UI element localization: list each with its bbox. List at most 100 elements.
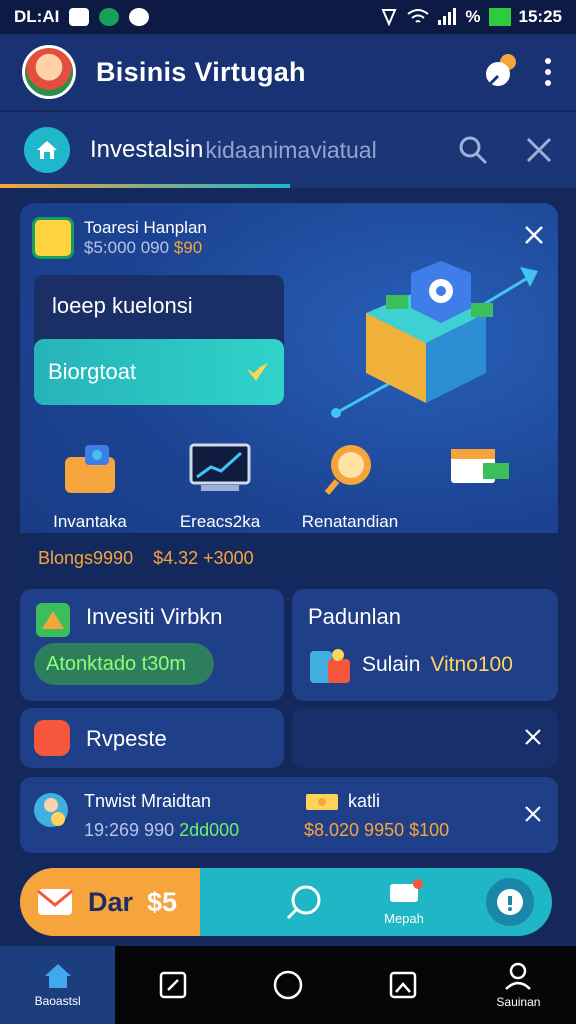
tx-left-title: Tnwist Mraidtan [84,791,212,811]
battery-percent: % [465,7,481,26]
feature-item[interactable]: Ereacs2ka [160,441,280,531]
tx-right: katli $8.020 9950 $100 [304,791,449,841]
wifi-icon [407,9,430,23]
user-coin-icon [34,793,68,827]
tab-underline [0,184,290,188]
close-icon[interactable] [524,805,542,823]
clock: 15:25 [518,7,562,26]
invest-panel[interactable]: Invesiti Virbkn Atonktado t30m [20,589,284,701]
wallet-icon [65,445,115,493]
nav-item-doc[interactable] [115,946,230,1024]
search-icon[interactable] [458,135,488,165]
mail-icon [37,889,73,915]
action-label: Dar [88,886,134,917]
home-icon [44,964,71,988]
app-badge-icon [99,8,120,26]
feature-value: Blongs9990 [38,547,134,568]
feature-label: Ereacs2ka [179,512,261,531]
feature-item[interactable] [420,441,540,531]
notification-image-icon [69,8,90,26]
hero-card: Toaresi Hanplan $5:000 090 $90 loeep kue… [20,203,558,583]
nav-item-square[interactable] [346,946,461,1024]
hero-label: Toaresi Hanplan [84,218,207,237]
action-amount: $5 [147,886,178,917]
empty-panel [292,708,558,768]
status-bar: DL:AI % 15:25 [0,0,576,34]
search-title: Investalsin [90,136,204,163]
tx-right-value: $8.020 9950 $100 [304,820,450,840]
action-mid[interactable]: Mepah [384,878,424,926]
app-badge-icon-2 [129,8,150,26]
record-icon [34,720,70,756]
cash-hand-icon [390,879,423,902]
info-icon[interactable] [484,876,536,928]
investment-illustration [331,261,538,418]
user-icon [505,962,532,990]
coin-icon [32,217,74,259]
app-title: Bisinis Virtugah [96,56,306,87]
avatar[interactable] [22,45,76,99]
home-icon [37,141,57,159]
coin-stack-icon [310,649,350,683]
feature-item[interactable]: Invantaka [30,441,150,531]
pad-panel[interactable]: Padunlan Sulain Vitno100 [292,589,558,701]
chart-monitor-icon [189,443,251,491]
feature-value: $4.32 +3000 [153,547,254,568]
close-icon[interactable] [526,137,552,163]
hero-price-main: $5:000 090 [84,238,170,257]
search-actions [458,135,552,165]
rv-panel[interactable]: Rvpeste [20,708,284,768]
search-bar[interactable]: Investalsin kidaanimaviatual [0,112,576,188]
action-bar: Dar $5 Mepah [20,868,552,936]
feature-row: Invantaka Ereacs2ka Renatandian [20,441,558,531]
pad-value: Vitno100 [430,653,513,676]
signal-icon [438,8,457,25]
hero-price-accent: $90 [173,238,203,257]
app-header: Bisinis Virtugah [0,34,576,110]
action-mid-label: Mepah [384,911,424,926]
more-vert-icon[interactable] [542,57,554,87]
hero-header: Toaresi Hanplan $5:000 090 $90 [32,217,207,259]
feature-label: Renatandian [301,512,399,531]
pad-line: Sulain Vitno100 [308,645,513,685]
close-icon[interactable] [524,728,542,746]
pad-label: Sulain [362,653,421,676]
home-tab-button[interactable] [24,127,70,173]
magnifier-icon [324,445,371,495]
cash-icon [306,793,338,810]
transaction-panel[interactable]: Tnwist Mraidtan 19:269 990 2dd000 katli … [20,777,558,853]
panel-title: Invesiti Virbkn [86,604,223,629]
panel-title: Padunlan [308,604,401,629]
nav-item-home[interactable]: Baoastsl [0,946,116,1024]
status-pill: Atonktado t30m [34,643,214,685]
feature-item[interactable]: Renatandian [290,441,410,531]
circle-icon [273,970,303,1000]
doc-icon [159,971,187,999]
search-input[interactable]: kidaanimaviatual [205,137,376,164]
nav-item-user[interactable]: Sauinan [461,946,576,1024]
hero-text: Toaresi Hanplan $5:000 090 $90 [84,217,207,259]
promo-box: loeep kuelonsi Biorgtoat [34,275,284,405]
square-icon [389,971,417,999]
hand-icon [247,363,268,381]
nav-label: Sauinan [496,995,541,1009]
carrier-label: DL:AI [14,7,60,26]
pin-icon[interactable] [480,52,520,92]
hero-price: $5:000 090 $90 [84,238,207,258]
document-money-icon [451,449,509,483]
chat-search-icon[interactable] [284,882,324,922]
tx-left-value-b: 2dd000 [179,820,240,840]
invest-icon [36,603,70,637]
action-left[interactable]: Dar $5 [36,887,177,918]
tx-left-value-a: 19:269 990 [84,820,175,840]
bottom-nav: Baoastsl Sauinan [0,946,576,1024]
status-left: DL:AI [14,7,150,27]
header-actions [480,52,554,92]
status-right: % 15:25 [379,7,562,27]
feature-values: Blongs9990 $4.32 +3000 [20,533,558,583]
nav-item-circle[interactable] [230,946,345,1024]
tx-right-title: katli [348,791,381,811]
promo-button[interactable]: Biorgtoat [34,339,284,405]
tx-left: Tnwist Mraidtan 19:269 990 2dd000 [84,791,239,841]
promo-button-label: Biorgtoat [48,359,137,384]
